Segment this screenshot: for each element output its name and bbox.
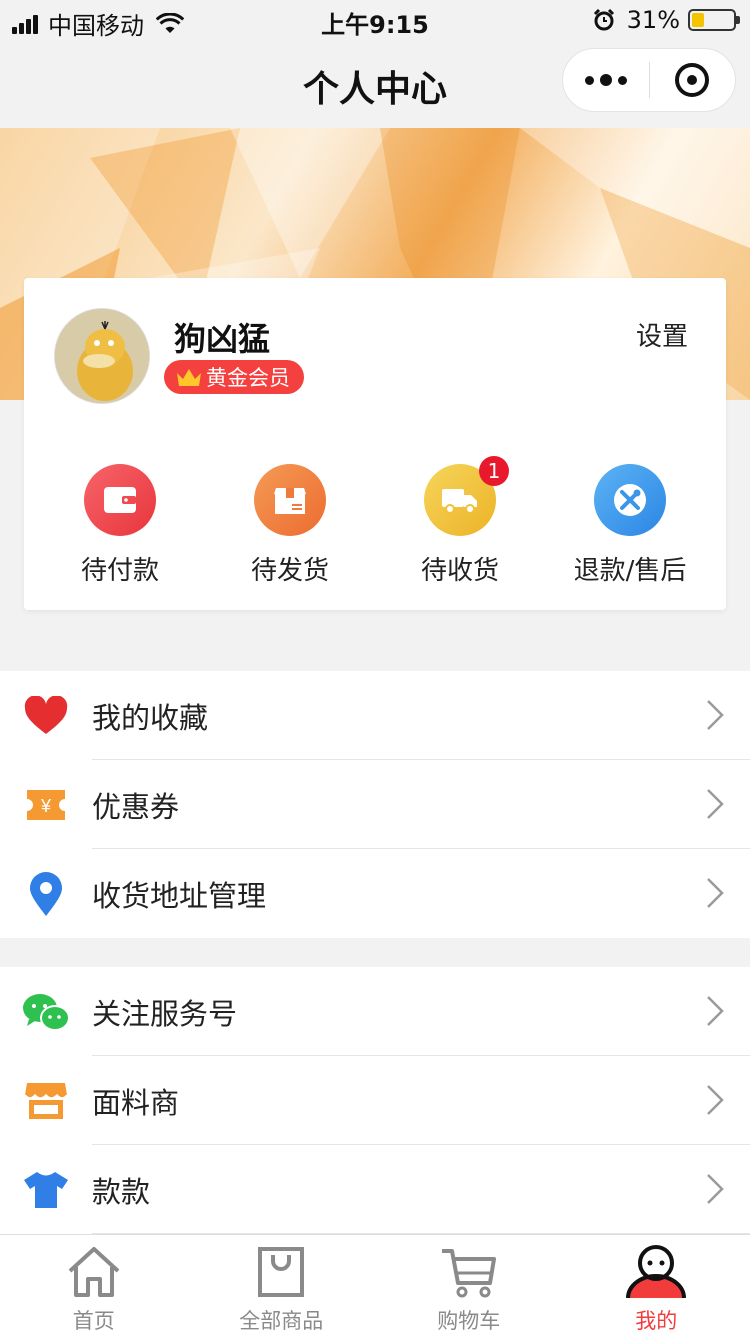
order-label: 待付款 [80, 556, 159, 586]
chevron-right-icon [707, 996, 724, 1026]
tab-label: 全部商品 [239, 1309, 324, 1333]
battery-level [692, 13, 704, 27]
menu-group-shopping: 我的收藏 ¥ 优惠券 收货地址管理 [0, 671, 750, 938]
chevron-right-icon [707, 789, 724, 819]
nav-bar: 个人中心 [0, 40, 750, 128]
wallet-icon [84, 464, 156, 536]
coupon-icon: ¥ [0, 760, 92, 849]
svg-text:¥: ¥ [40, 796, 52, 816]
tab-all-products[interactable]: 全部商品 [188, 1235, 376, 1334]
order-status-row: 待付款 待发货 1 待收货 退款/售后 [24, 456, 726, 594]
chevron-right-icon [707, 1174, 724, 1204]
more-dot [617, 75, 627, 85]
cart-icon [375, 1235, 563, 1299]
menu-item-follow-account[interactable]: 关注服务号 [0, 967, 750, 1056]
tab-label: 我的 [635, 1309, 678, 1333]
menu-label: 收货地址管理 [92, 878, 267, 913]
chevron-right-icon [707, 700, 724, 730]
more-button[interactable] [563, 48, 649, 112]
user-icon [563, 1235, 750, 1299]
user-name: 狗凶猛 [174, 320, 271, 358]
target-icon [675, 63, 710, 97]
menu-label: 我的收藏 [92, 700, 209, 735]
more-dot [599, 74, 612, 86]
tab-label: 首页 [72, 1309, 115, 1333]
order-label: 待收货 [420, 556, 499, 586]
location-pin-icon [0, 849, 92, 938]
bag-icon [188, 1235, 376, 1299]
settings-link[interactable]: 设置 [636, 316, 688, 353]
order-label: 退款/售后 [573, 556, 687, 586]
close-button[interactable] [650, 48, 736, 112]
order-pending-payment[interactable]: 待付款 [35, 464, 205, 594]
menu-group-services: 关注服务号 面料商 款款 [0, 967, 750, 1234]
status-bar: 中国移动 上午9:15 31% [0, 0, 750, 40]
tshirt-icon [0, 1145, 92, 1234]
order-label: 待发货 [250, 556, 329, 586]
menu-item-styles[interactable]: 款款 [0, 1145, 750, 1234]
battery-icon [688, 9, 740, 31]
tools-icon [594, 464, 666, 536]
status-right: 31% [593, 6, 740, 34]
duck-avatar-icon [55, 309, 149, 403]
menu-item-favorites[interactable]: 我的收藏 [0, 671, 750, 760]
crown-icon [177, 369, 201, 386]
notification-badge: 1 [479, 456, 509, 486]
order-pending-shipment[interactable]: 待发货 [205, 464, 375, 594]
menu-label: 面料商 [92, 1085, 180, 1120]
tab-mine[interactable]: 我的 [563, 1235, 750, 1334]
order-refund-aftersales[interactable]: 退款/售后 [545, 464, 715, 594]
tab-bar: 首页 全部商品 购物车 我的 [0, 1234, 750, 1334]
battery-percent: 31% [626, 6, 680, 34]
profile-card: 狗凶猛 黄金会员 设置 待付款 待发货 1 待收货 退款/售后 [24, 278, 726, 610]
alarm-icon [593, 9, 614, 31]
menu-item-address[interactable]: 收货地址管理 [0, 849, 750, 938]
tab-home[interactable]: 首页 [0, 1235, 188, 1334]
member-level: 黄金会员 [206, 366, 290, 390]
chevron-right-icon [707, 878, 724, 908]
heart-icon [0, 671, 92, 760]
order-pending-receipt[interactable]: 1 待收货 [375, 456, 545, 594]
avatar[interactable] [54, 308, 150, 404]
tab-cart[interactable]: 购物车 [375, 1235, 563, 1334]
home-icon [0, 1235, 188, 1299]
mini-program-capsule [562, 48, 736, 112]
menu-label: 款款 [92, 1174, 151, 1209]
store-icon [0, 1056, 92, 1145]
tab-label: 购物车 [437, 1309, 501, 1333]
member-badge: 黄金会员 [164, 360, 304, 394]
menu-label: 关注服务号 [92, 996, 238, 1031]
menu-label: 优惠券 [92, 789, 180, 824]
wechat-icon [0, 967, 92, 1056]
more-dot [584, 75, 594, 85]
package-icon [254, 464, 326, 536]
menu-item-coupons[interactable]: ¥ 优惠券 [0, 760, 750, 849]
menu-item-fabric-supplier[interactable]: 面料商 [0, 1056, 750, 1145]
chevron-right-icon [707, 1085, 724, 1115]
